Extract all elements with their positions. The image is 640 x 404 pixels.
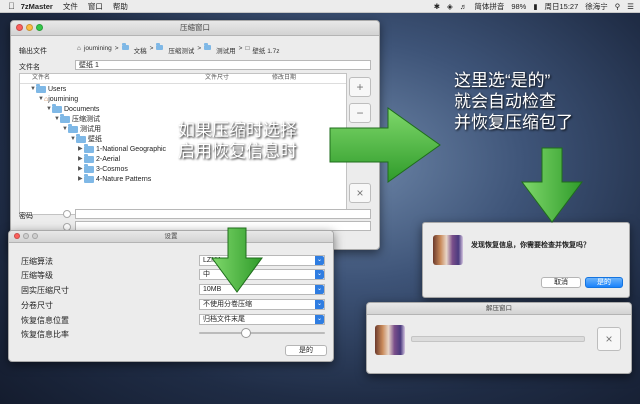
arrow-down-icon-left [211, 227, 263, 293]
annotation-arrows [211, 107, 583, 293]
arrow-right-icon [329, 107, 441, 183]
arrow-down-icon-right [521, 147, 583, 223]
